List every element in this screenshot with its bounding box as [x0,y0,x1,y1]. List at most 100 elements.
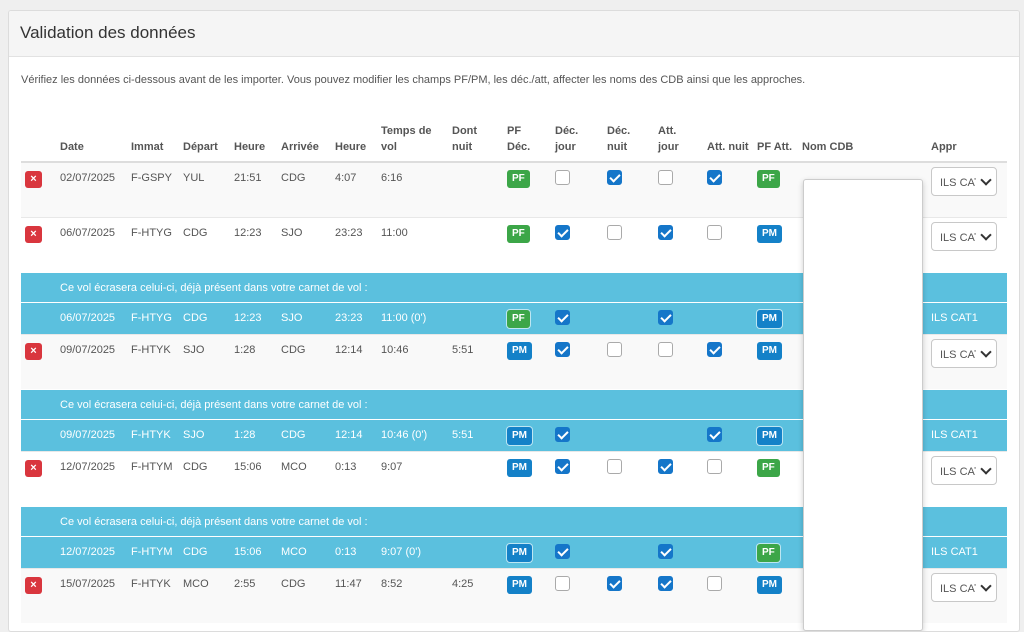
att-jour-checkbox[interactable] [658,342,673,357]
pf-att-badge[interactable]: PM [757,342,782,360]
pf-dec-badge[interactable]: PM [507,342,532,360]
arrivee-cell: MCO [277,451,331,507]
approach-select[interactable]: ILS CAT1 [931,573,997,602]
arrivee-cell: CDG [277,334,331,390]
date-cell: 12/07/2025 [56,451,127,507]
immat-cell: F-HTYG [127,302,179,335]
att-nuit-checkbox[interactable] [707,225,722,240]
col-att-jour: Att. jour [654,123,703,163]
pf-att-cell: PM [753,217,798,273]
nom-cdb-dropdown[interactable] [803,179,923,631]
approach-select[interactable]: ILS CAT1 [931,456,997,485]
approach-select[interactable]: ILS CAT1 [931,222,997,251]
pf-dec-cell: PF [503,217,551,273]
approach-select[interactable]: ILS CAT1 [931,339,997,368]
immat-cell: F-HTYM [127,536,179,569]
heure-arrivee-cell: 23:23 [331,217,377,273]
appr-cell: ILS CAT1 [927,568,1007,623]
dec-nuit-checkbox[interactable] [607,459,622,474]
panel-header: Validation des données [9,11,1019,57]
chevron-down-icon [980,229,992,241]
depart-cell: MCO [179,568,230,623]
dec-nuit-cell [603,161,654,218]
dec-nuit-cell [603,334,654,390]
att-nuit-checkbox[interactable] [707,576,722,591]
pf-att-cell: PM [753,334,798,390]
att-nuit-checkbox[interactable] [707,170,722,185]
col-heure-arrivee: Heure [331,123,377,163]
heure-arrivee-cell: 0:13 [331,536,377,569]
dec-nuit-checkbox[interactable] [607,170,622,185]
dont-nuit-cell [448,536,503,569]
col-pf-att: PF Att. [753,123,798,163]
att-nuit-cell [703,568,753,623]
dec-jour-checkbox[interactable] [555,576,570,591]
dec-nuit-checkbox[interactable] [607,576,622,591]
dec-nuit-cell [603,217,654,273]
depart-cell: CDG [179,536,230,569]
att-nuit-checkbox[interactable] [707,342,722,357]
dont-nuit-cell [448,217,503,273]
intro-text: Vérifiez les données ci-dessous avant de… [21,74,806,86]
pf-att-badge[interactable]: PM [757,576,782,594]
heure-depart-cell: 1:28 [230,419,277,452]
delete-icon[interactable]: × [25,171,42,188]
dont-nuit-cell [448,161,503,218]
pf-dec-cell: PF [503,302,551,335]
immat-cell: F-HTYK [127,568,179,623]
dec-jour-checkbox[interactable] [555,225,570,240]
approach-select-value: ILS CAT1 [940,583,976,595]
pf-dec-cell: PM [503,419,551,452]
dec-nuit-checkbox[interactable] [607,342,622,357]
approach-select[interactable]: ILS CAT1 [931,167,997,196]
heure-depart-cell: 12:23 [230,302,277,335]
dont-nuit-cell [448,302,503,335]
warning-spacer [21,272,56,303]
dec-nuit-cell [603,451,654,507]
delete-icon[interactable]: × [25,343,42,360]
col-date: Date [56,123,127,163]
date-cell: 15/07/2025 [56,568,127,623]
att-jour-checkbox[interactable] [658,170,673,185]
dec-nuit-checkbox[interactable] [607,225,622,240]
dec-jour-checkbox[interactable] [555,170,570,185]
att-jour-checkbox[interactable] [658,576,673,591]
appr-cell: ILS CAT1 [927,451,1007,507]
pf-att-cell: PF [753,161,798,218]
pf-dec-badge[interactable]: PF [507,170,530,188]
pf-dec-badge: PF [507,310,530,328]
dec-jour-cell [551,334,603,390]
delete-icon[interactable]: × [25,577,42,594]
att-nuit-checkbox[interactable] [707,459,722,474]
att-nuit-cell [703,161,753,218]
att-jour-checkbox[interactable] [658,225,673,240]
chevron-down-icon [980,174,992,186]
heure-arrivee-cell: 0:13 [331,451,377,507]
pf-dec-badge[interactable]: PM [507,459,532,477]
pf-dec-badge[interactable]: PM [507,576,532,594]
pf-att-cell: PM [753,302,798,335]
dec-jour-checkbox[interactable] [555,342,570,357]
chevron-down-icon [980,580,992,592]
pf-dec-badge: PM [507,544,532,562]
delete-icon[interactable]: × [25,460,42,477]
col-appr: Appr [927,123,1007,163]
date-cell: 09/07/2025 [56,334,127,390]
actions-cell: × [21,568,56,623]
heure-depart-cell: 1:28 [230,334,277,390]
col-dont-nuit: Dont nuit [448,123,503,163]
arrivee-cell: CDG [277,419,331,452]
pf-att-badge[interactable]: PM [757,225,782,243]
dec-jour-cell [551,161,603,218]
delete-icon[interactable]: × [25,226,42,243]
att-jour-checkbox[interactable] [658,459,673,474]
dec-jour-cell [551,217,603,273]
chevron-down-icon [980,346,992,358]
heure-arrivee-cell: 4:07 [331,161,377,218]
pf-att-badge[interactable]: PF [757,459,780,477]
dec-jour-checkbox[interactable] [555,459,570,474]
pf-att-badge[interactable]: PF [757,170,780,188]
dec-nuit-cell [603,536,654,569]
pf-dec-badge[interactable]: PF [507,225,530,243]
dec-jour-checkbox [555,544,570,559]
